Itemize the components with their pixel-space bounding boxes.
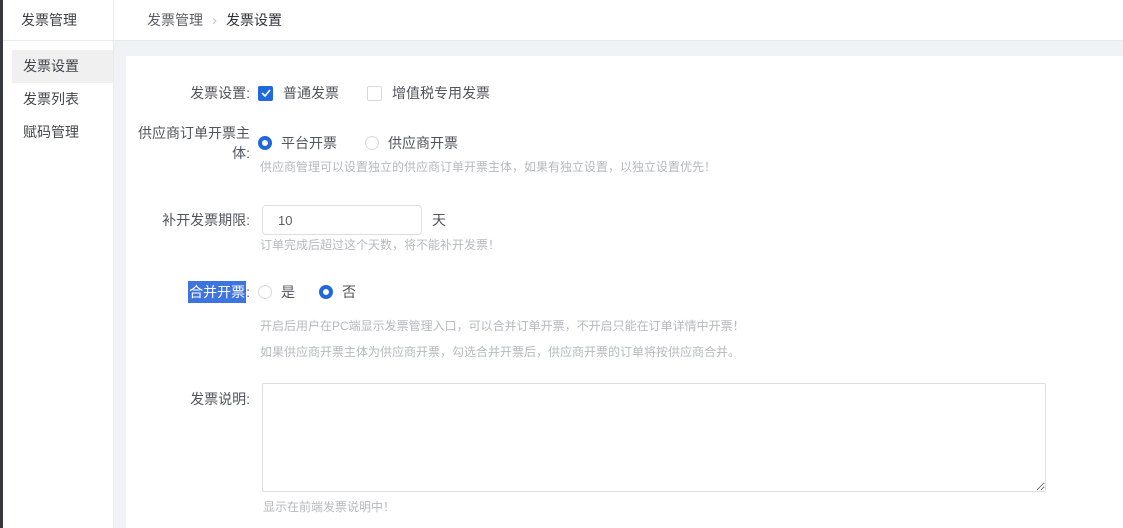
checkbox-option-vat-invoice[interactable]: 增值税专用发票 [367,83,490,103]
checkbox-label: 增值税专用发票 [392,83,490,103]
radio-option-supplier[interactable]: 供应商开票 [365,133,458,153]
radio-selected[interactable] [319,285,333,299]
radio-option-yes[interactable]: 是 [258,282,295,302]
invoice-note-label: 发票说明: [126,383,250,409]
radio-label: 供应商开票 [388,133,458,153]
merge-invoice-help-2: 如果供应商开票主体为供应商开票，勾选合并开票后，供应商开票的订单将按供应商合并。 [260,343,740,360]
checkbox-label: 普通发票 [283,83,339,103]
merge-invoice-label: 合并开票: [126,282,250,302]
radio-label: 平台开票 [281,133,337,153]
invoice-type-label: 发票设置: [126,83,250,103]
sidebar: 发票管理 发票设置 发票列表 赋码管理 [3,0,114,528]
merge-invoice-colon: : [246,284,250,300]
supplier-subject-help: 供应商管理可以设置独立的供应商订单开票主体，如果有独立设置，以独立设置优先！ [260,158,716,175]
merge-invoice-row: 合并开票: 是 否 [126,282,1123,302]
sidebar-item-code-management[interactable]: 赋码管理 [12,116,113,149]
radio-label: 否 [342,282,356,302]
chevron-right-icon: › [212,12,217,29]
settings-panel: 发票设置: 普通发票 增值税专用发票 供应商订单开票主体: [126,56,1123,528]
reissue-days-help: 订单完成后超过这个天数，将不能补开发票！ [260,236,500,253]
app-window: 发票管理 发票设置 发票列表 赋码管理 发票管理 › 发票设置 发票设置: [0,0,1123,528]
radio-unselected[interactable] [258,285,272,299]
selected-text-highlight: 合并开票 [188,281,246,303]
sidebar-item-invoice-list[interactable]: 发票列表 [12,83,113,116]
supplier-subject-label: 供应商订单开票主体: [126,123,250,163]
checkbox-unchecked[interactable] [367,86,382,101]
radio-label: 是 [281,282,295,302]
invoice-note-help: 显示在前端发票说明中！ [263,498,395,515]
reissue-days-unit: 天 [432,210,446,230]
reissue-days-row: 补开发票期限: 天 [126,205,1123,235]
radio-option-no[interactable]: 否 [319,282,356,302]
reissue-days-label: 补开发票期限: [126,210,250,230]
merge-invoice-help-1: 开启后用户在PC端显示发票管理入口，可以合并订单开票，不开启只能在订单详情中开票… [260,317,745,334]
breadcrumb-bar: 发票管理 › 发票设置 [114,0,1123,41]
breadcrumb-current: 发票设置 [226,10,282,30]
sidebar-item-invoice-settings[interactable]: 发票设置 [12,50,113,83]
radio-selected[interactable] [258,136,272,150]
reissue-days-input[interactable] [262,205,422,235]
invoice-note-row: 发票说明: [126,383,1123,492]
sidebar-title: 发票管理 [3,0,113,41]
supplier-subject-row: 供应商订单开票主体: 平台开票 供应商开票 [126,133,1123,153]
checkbox-option-normal-invoice[interactable]: 普通发票 [258,83,339,103]
sidebar-menu: 发票设置 发票列表 赋码管理 [3,41,113,149]
radio-option-platform[interactable]: 平台开票 [258,133,337,153]
radio-unselected[interactable] [365,136,379,150]
check-icon [261,89,271,97]
breadcrumb-parent[interactable]: 发票管理 [147,10,203,30]
checkbox-checked[interactable] [258,86,273,101]
invoice-type-row: 发票设置: 普通发票 增值税专用发票 [126,83,1123,103]
invoice-note-textarea[interactable] [262,383,1046,492]
